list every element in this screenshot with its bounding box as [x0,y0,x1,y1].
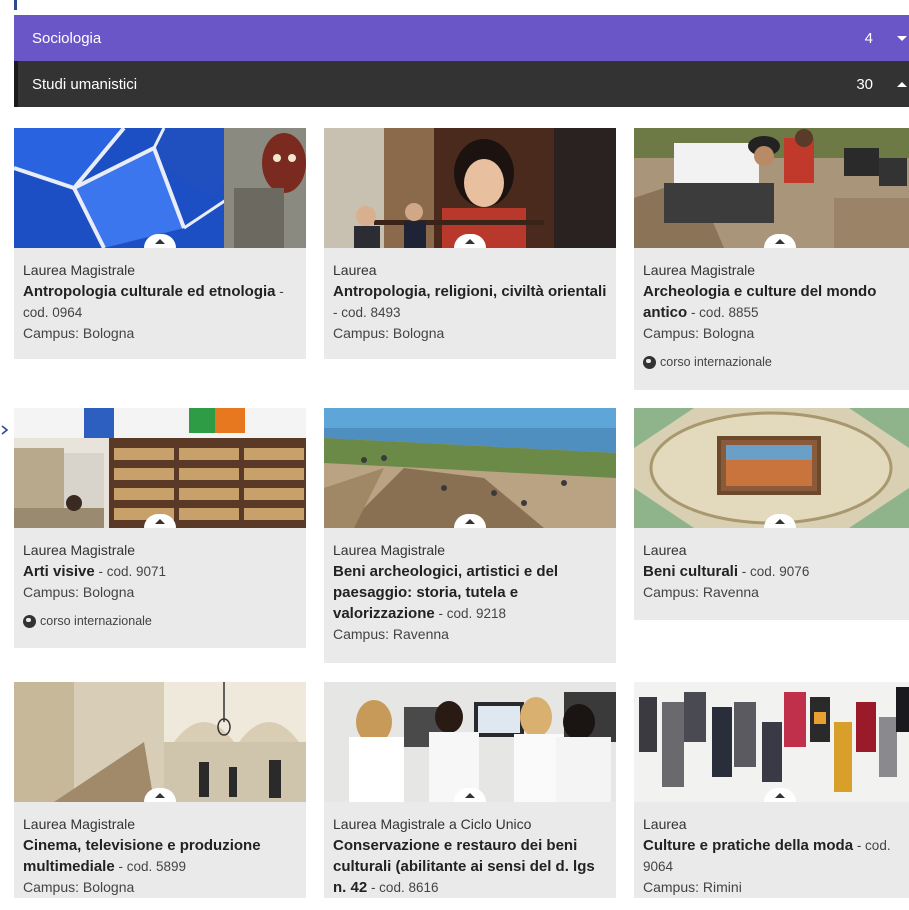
course-title[interactable]: Arti visive [23,563,95,580]
course-code: - cod. 9076 [738,564,810,579]
course-image [14,128,306,248]
course-image [324,408,616,528]
course-image [634,408,909,528]
course-type: Laurea Magistrale [643,262,756,278]
course-code: - cod. 8493 [333,305,401,320]
accordion-count: 30 [856,75,873,93]
course-code: - cod. 9071 [94,564,167,579]
course-card[interactable]: Laurea Magistrale Beni archeologici, art… [324,408,616,663]
course-campus: Campus: Bologna [333,325,445,341]
accordion-label: Sociologia [32,29,102,47]
accordion-studi-umanistici[interactable]: Studi umanistici 30 [14,61,909,107]
course-title[interactable]: Archeologia e culture del mondo antico [643,283,876,321]
chevron-down-icon [897,36,907,41]
course-image [14,682,306,802]
course-card[interactable]: Laurea Beni culturali - cod. 9076 Campus… [634,408,909,620]
accordion-sociologia[interactable]: Sociologia 4 [14,15,909,61]
international-label: corso internazionale [40,614,152,628]
course-campus: Campus: Ravenna [333,626,449,642]
course-campus: Campus: Bologna [643,325,755,341]
course-card[interactable]: Laurea Magistrale Cinema, televisione e … [14,682,306,898]
course-code: - cod. 8616 [367,880,439,895]
course-title[interactable]: Antropologia culturale ed etnologia [23,283,276,300]
course-type: Laurea Magistrale [23,542,136,558]
course-type: Laurea Magistrale a Ciclo Unico [333,816,532,832]
course-type: Laurea [643,816,687,832]
course-image [324,128,616,248]
international-badge: corso internazionale [23,611,297,632]
course-code: - cod. 8855 [687,305,759,320]
course-type: Laurea [643,542,687,558]
course-card[interactable]: Laurea Magistrale Archeologia e culture … [634,128,909,390]
international-label: corso internazionale [660,355,772,369]
course-image [14,408,306,528]
course-campus: Campus: Bologna [23,879,135,895]
top-marker [14,0,17,10]
chevron-up-icon [897,82,907,87]
accordion-label: Studi umanistici [32,75,138,93]
course-type: Laurea Magistrale [23,262,136,278]
course-card[interactable]: Laurea Antropologia, religioni, civiltà … [324,128,616,359]
globe-icon [643,356,656,369]
course-type: Laurea Magistrale [333,542,446,558]
course-title[interactable]: Antropologia, religioni, civiltà orienta… [333,283,606,300]
course-title[interactable]: Culture e pratiche della moda [643,837,853,854]
course-campus: Campus: Ravenna [643,584,759,600]
course-campus: Campus: Rimini [643,879,742,895]
course-card[interactable]: Laurea Magistrale Arti visive - cod. 907… [14,408,306,648]
course-code: - cod. 5899 [114,859,186,874]
course-title[interactable]: Beni culturali [643,563,738,580]
course-image [324,682,616,802]
course-campus: Campus: Bologna [23,325,135,341]
course-type: Laurea [333,262,377,278]
course-campus: Campus: Bologna [23,584,135,600]
course-card[interactable]: Laurea Magistrale a Ciclo Unico Conserva… [324,682,616,898]
course-card[interactable]: Laurea Culture e pratiche della moda - c… [634,682,909,898]
globe-icon [23,615,36,628]
accordion-count: 4 [864,29,873,47]
course-type: Laurea Magistrale [23,816,136,832]
course-image [634,128,909,248]
course-code: - cod. 9218 [434,606,506,621]
international-badge: corso internazionale [643,352,909,373]
course-card[interactable]: Laurea Magistrale Antropologia culturale… [14,128,306,359]
chevron-right-icon [1,425,9,435]
course-image [634,682,909,802]
